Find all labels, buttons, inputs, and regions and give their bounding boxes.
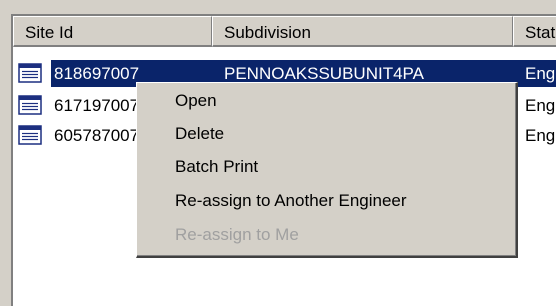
context-menu: Open Delete Batch Print Re-assign to Ano… [136, 82, 518, 258]
document-list-icon [18, 95, 42, 115]
document-list-icon [18, 125, 42, 145]
column-header-status[interactable]: Status [513, 16, 556, 47]
menu-item-batch-print[interactable]: Batch Print [175, 152, 258, 182]
menu-item-open[interactable]: Open [175, 86, 217, 116]
menu-item-reassign-another-engineer[interactable]: Re-assign to Another Engineer [175, 186, 407, 216]
status-cell: Engineer [525, 126, 556, 145]
site-id-cell: 617197007 [54, 96, 140, 115]
list-header: Site Id Subdivision Status [13, 16, 556, 49]
document-list-icon [18, 63, 42, 83]
site-id-cell: 605787007 [54, 126, 140, 145]
column-header-label: Site Id [25, 23, 74, 42]
column-header-subdivision[interactable]: Subdivision [212, 16, 513, 47]
site-id-cell: 818697007 [54, 64, 140, 83]
status-cell: Engineer [525, 96, 556, 115]
menu-item-reassign-to-me: Re-assign to Me [175, 225, 299, 244]
column-header-site-id[interactable]: Site Id [13, 16, 212, 47]
column-header-label: Status [525, 23, 556, 42]
status-cell: Engineer [525, 64, 556, 83]
menu-item-delete[interactable]: Delete [175, 119, 224, 149]
column-header-label: Subdivision [224, 23, 311, 42]
